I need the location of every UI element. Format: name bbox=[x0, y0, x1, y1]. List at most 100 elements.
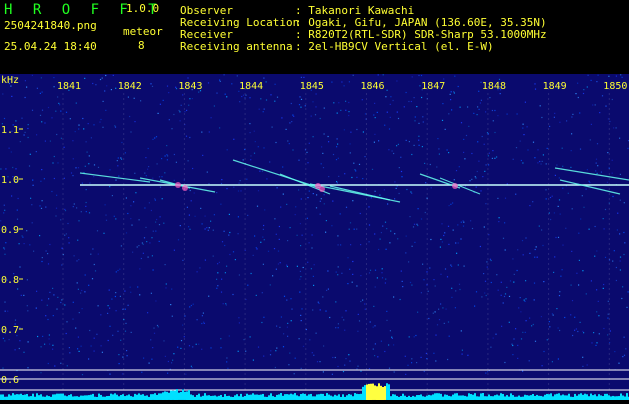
noise-pixel bbox=[114, 295, 116, 298]
noise-pixel bbox=[256, 248, 258, 250]
noise-pixel bbox=[439, 246, 441, 248]
signal-level-bar bbox=[260, 394, 262, 401]
noise-pixel bbox=[78, 312, 80, 314]
noise-pixel bbox=[338, 102, 340, 104]
noise-pixel bbox=[406, 188, 408, 191]
noise-pixel bbox=[323, 194, 325, 196]
noise-pixel bbox=[125, 322, 127, 324]
noise-pixel bbox=[27, 310, 29, 312]
noise-pixel bbox=[72, 175, 74, 177]
noise-pixel bbox=[67, 222, 69, 225]
signal-level-bar bbox=[180, 391, 182, 400]
noise-pixel bbox=[151, 85, 154, 87]
noise-pixel bbox=[220, 347, 222, 349]
noise-pixel bbox=[242, 94, 245, 96]
signal-level-bar bbox=[48, 396, 50, 400]
noise-pixel bbox=[413, 144, 415, 146]
noise-pixel bbox=[604, 256, 607, 258]
noise-pixel bbox=[100, 345, 102, 347]
noise-pixel bbox=[179, 120, 181, 122]
signal-level-bar bbox=[440, 393, 442, 401]
noise-pixel bbox=[625, 348, 627, 350]
noise-pixel bbox=[5, 168, 7, 170]
noise-pixel bbox=[374, 133, 376, 135]
noise-pixel bbox=[39, 114, 42, 116]
noise-pixel bbox=[277, 263, 279, 265]
noise-pixel bbox=[226, 96, 228, 98]
noise-pixel bbox=[252, 359, 254, 361]
noise-pixel bbox=[0, 168, 2, 170]
noise-pixel bbox=[623, 202, 625, 204]
signal-level-bar bbox=[562, 394, 564, 401]
signal-level-bar bbox=[234, 395, 236, 401]
signal-level-bar bbox=[524, 394, 526, 400]
signal-level-bar bbox=[432, 394, 434, 401]
noise-pixel bbox=[565, 227, 567, 229]
noise-pixel bbox=[451, 265, 453, 267]
noise-pixel bbox=[484, 170, 486, 172]
noise-pixel bbox=[171, 288, 173, 290]
noise-pixel bbox=[386, 310, 388, 312]
noise-pixel bbox=[400, 156, 402, 158]
signal-level-bar bbox=[620, 393, 622, 400]
noise-pixel bbox=[534, 340, 537, 342]
noise-pixel bbox=[441, 119, 444, 121]
noise-pixel bbox=[228, 234, 230, 236]
noise-pixel bbox=[3, 212, 5, 214]
noise-pixel bbox=[443, 78, 445, 80]
noise-pixel bbox=[319, 309, 321, 311]
noise-pixel bbox=[154, 199, 156, 201]
signal-level-bar bbox=[466, 396, 468, 400]
noise-pixel bbox=[551, 313, 553, 315]
time-tick-label: 1850 bbox=[603, 81, 627, 92]
noise-pixel bbox=[433, 352, 435, 354]
noise-pixel bbox=[541, 365, 543, 367]
noise-pixel bbox=[341, 316, 343, 318]
noise-pixel bbox=[202, 154, 204, 156]
noise-pixel bbox=[382, 74, 384, 76]
noise-pixel bbox=[91, 278, 94, 280]
noise-pixel bbox=[138, 219, 140, 221]
noise-pixel bbox=[207, 82, 210, 84]
noise-pixel bbox=[300, 276, 302, 278]
noise-pixel bbox=[53, 155, 55, 158]
noise-pixel bbox=[337, 266, 339, 268]
noise-pixel bbox=[436, 324, 439, 326]
noise-pixel bbox=[325, 231, 327, 233]
signal-level-bar bbox=[102, 396, 104, 401]
noise-pixel bbox=[442, 307, 444, 309]
noise-pixel bbox=[537, 162, 539, 164]
noise-pixel bbox=[44, 343, 46, 345]
noise-pixel bbox=[598, 315, 600, 317]
signal-level-bar bbox=[458, 395, 460, 401]
noise-pixel bbox=[619, 260, 621, 262]
noise-pixel bbox=[336, 112, 338, 114]
noise-pixel bbox=[117, 157, 119, 159]
signal-level-bar bbox=[192, 395, 194, 400]
noise-pixel bbox=[302, 266, 304, 269]
signal-level-bar bbox=[444, 394, 446, 400]
noise-pixel bbox=[478, 90, 480, 92]
noise-pixel bbox=[515, 147, 518, 149]
noise-pixel bbox=[535, 246, 537, 248]
noise-pixel bbox=[250, 155, 252, 157]
noise-pixel bbox=[394, 198, 396, 200]
noise-pixel bbox=[405, 139, 407, 141]
noise-pixel bbox=[408, 261, 410, 263]
noise-pixel bbox=[567, 192, 569, 194]
noise-pixel bbox=[55, 215, 57, 217]
noise-pixel bbox=[3, 117, 6, 120]
noise-pixel bbox=[388, 344, 390, 346]
noise-pixel bbox=[487, 371, 489, 373]
signal-level-bar bbox=[606, 393, 608, 401]
noise-pixel bbox=[162, 99, 164, 101]
signal-level-bar bbox=[462, 395, 464, 400]
noise-pixel bbox=[212, 229, 214, 231]
noise-pixel bbox=[253, 130, 255, 132]
noise-pixel bbox=[583, 332, 585, 334]
frequency-tick-label: 1.1 bbox=[1, 125, 19, 136]
noise-pixel bbox=[409, 216, 411, 218]
noise-pixel bbox=[373, 141, 375, 143]
noise-pixel bbox=[602, 218, 604, 220]
signal-level-bar bbox=[592, 395, 594, 401]
